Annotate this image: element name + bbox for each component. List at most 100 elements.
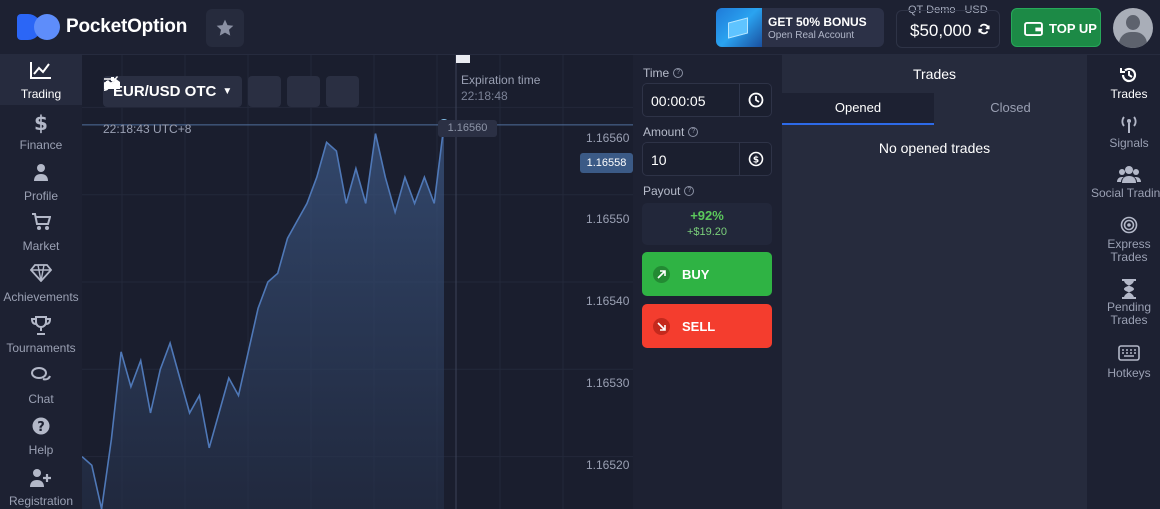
logo-icon [17, 12, 61, 42]
tab-opened[interactable]: Opened [782, 93, 934, 125]
sidebar-item-achievements[interactable]: Achievements [0, 258, 82, 308]
right-item-label: Trades [1110, 87, 1148, 101]
order-panel: Time? 00:00:05 Amount? 10 $ Payout? +92%… [633, 55, 781, 509]
indicators-button[interactable] [104, 76, 321, 107]
sidebar-item-label: Help [28, 443, 54, 457]
bonus-banner[interactable]: GET 50% BONUS Open Real Account [716, 8, 884, 47]
payout-amount: +$19.20 [686, 226, 728, 238]
sell-button[interactable]: SELL [642, 304, 772, 348]
sidebar-item-label: Chat [28, 392, 54, 406]
logo-text: PocketOption [66, 16, 188, 37]
asset-pair-label: EUR/USD OTC [113, 83, 217, 100]
account-selector[interactable]: QT Demo USD $50,000 [896, 2, 1000, 48]
chat-icon [31, 367, 51, 381]
sidebar-item-profile[interactable]: Profile [0, 157, 82, 207]
favorites-button[interactable] [206, 9, 244, 47]
sidebar-item-trading[interactable]: Trading [0, 55, 82, 105]
time-label: Time? [643, 66, 684, 80]
app: PocketOption GET 50% BONUS Open Real Acc… [0, 0, 1160, 509]
sidebar-item-label: Achievements [3, 290, 79, 304]
empty-trades-message: No opened trades [878, 140, 991, 156]
dollar-circle-icon: $ [748, 151, 764, 167]
sidebar-item-registration[interactable]: Registration [0, 462, 82, 509]
sidebar-item-label: Tournaments [6, 341, 76, 355]
add-user-icon [30, 469, 51, 487]
top-up-button[interactable]: TOP UP [1011, 8, 1101, 47]
users-icon [1117, 166, 1141, 183]
sidebar-item-label: Registration [8, 494, 74, 508]
right-item-label: Express Trades [1107, 237, 1151, 264]
current-price-tag: 1.16558 [580, 153, 633, 173]
header: PocketOption GET 50% BONUS Open Real Acc… [0, 0, 1160, 55]
right-item-label: Hotkeys [1107, 366, 1151, 380]
payout-percent: +92% [690, 208, 724, 223]
tab-closed[interactable]: Closed [934, 93, 1087, 125]
hourglass-icon [1122, 279, 1136, 299]
amount-currency-button[interactable]: $ [739, 143, 772, 175]
avatar-head-icon [1126, 15, 1140, 30]
sidebar-item-tournaments[interactable]: Tournaments [0, 309, 82, 359]
drawing-tools-button[interactable] [104, 76, 360, 107]
arrow-up-right-icon [653, 266, 670, 283]
caret-down-icon: ▼ [222, 86, 233, 97]
sidebar-item-chat[interactable]: Chat [0, 360, 82, 410]
top-up-label: TOP UP [1049, 21, 1097, 36]
right-item-label: Signals [1109, 136, 1149, 150]
chart-line-icon [30, 62, 51, 79]
right-sidebar: Trades Signals Social Trading Express Tr… [1087, 55, 1160, 509]
star-icon [216, 19, 234, 36]
price-axis-tick: 1.16530 [586, 376, 630, 390]
price-axis-tick: 1.16560 [586, 131, 630, 145]
info-icon[interactable]: ? [673, 68, 684, 78]
info-icon[interactable]: ? [684, 186, 695, 196]
time-picker-button[interactable] [739, 84, 772, 116]
time-input[interactable]: 00:00:05 [642, 83, 772, 117]
sell-label: SELL [682, 319, 716, 334]
history-icon [1120, 67, 1137, 83]
arrow-down-right-icon [653, 318, 670, 335]
info-icon[interactable]: ? [688, 127, 699, 137]
sidebar-item-label: Market [22, 239, 60, 253]
buy-button[interactable]: BUY [642, 252, 772, 296]
price-area [82, 124, 444, 509]
refresh-icon[interactable] [977, 22, 991, 36]
target-icon [1120, 216, 1138, 234]
price-chart[interactable]: EUR/USD OTC ▼ 22:18:43 UTC+8 Expiration t… [82, 55, 633, 509]
cart-icon [32, 213, 51, 230]
price-axis-tick: 1.16550 [586, 212, 630, 226]
svg-text:$: $ [753, 156, 759, 166]
trades-title: Trades [912, 66, 957, 82]
clock-icon [748, 92, 764, 108]
payout-label: Payout? [643, 184, 695, 198]
sidebar-item-label: Profile [23, 189, 58, 203]
asset-selector[interactable]: EUR/USD OTC ▼ [103, 76, 243, 107]
right-item-label: Social Trading [1090, 186, 1160, 200]
balance-value: $50,000 [910, 21, 972, 40]
wallet-icon [1024, 21, 1043, 36]
dollar-icon: $ [34, 112, 48, 134]
right-item-label: Pending Trades [1106, 300, 1152, 327]
user-icon [34, 164, 48, 181]
amount-input[interactable]: 10 $ [642, 142, 772, 176]
time-value[interactable]: 00:00:05 [651, 93, 706, 109]
logo[interactable]: PocketOption [17, 12, 187, 42]
avatar[interactable] [1113, 8, 1153, 48]
sidebar-item-help[interactable]: ? Help [0, 411, 82, 461]
sidebar-item-finance[interactable]: $ Finance [0, 106, 82, 156]
sidebar-item-market[interactable]: Market [0, 207, 82, 257]
chart-type-button[interactable] [104, 76, 282, 107]
buy-label: BUY [682, 267, 710, 282]
price-level-tag: 1.16560 [438, 120, 497, 137]
expiration-flag-icon [456, 55, 470, 63]
keyboard-icon [1118, 345, 1140, 361]
trophy-icon [31, 316, 51, 335]
bonus-title: GET 50% BONUS [768, 15, 867, 29]
balance-box[interactable]: $50,000 [896, 10, 1000, 48]
amount-value[interactable]: 10 [651, 152, 667, 168]
amount-label: Amount? [643, 125, 699, 139]
svg-text:$: $ [34, 112, 48, 134]
sidebar-item-label: Finance [19, 138, 63, 152]
bonus-subtitle: Open Real Account [768, 30, 855, 41]
svg-text:?: ? [37, 420, 45, 435]
gift-box-icon [716, 8, 762, 47]
